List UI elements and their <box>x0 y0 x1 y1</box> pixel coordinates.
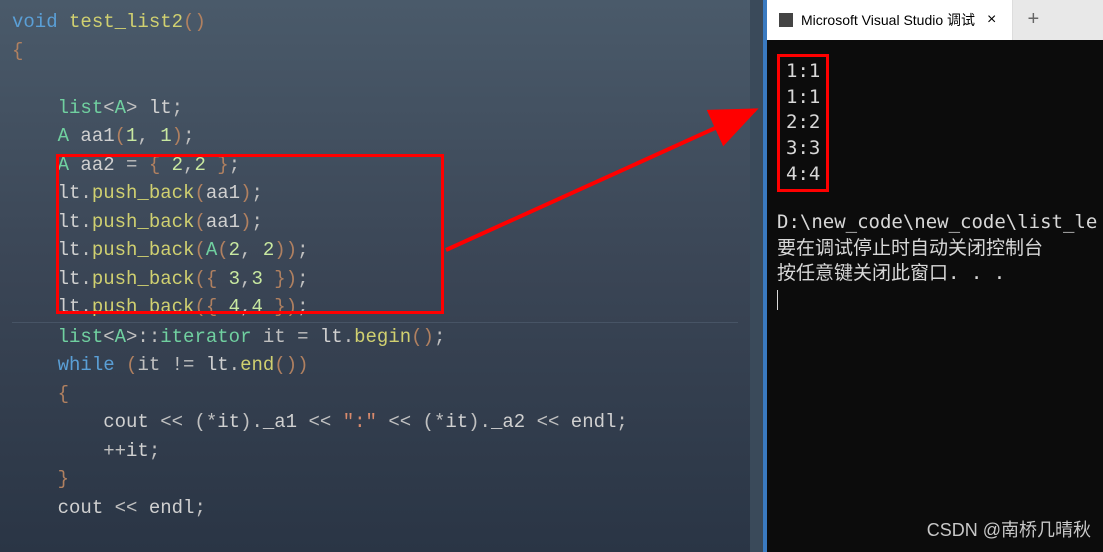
output-line: 3:3 <box>786 136 820 162</box>
tab-title: Microsoft Visual Studio 调试 <box>801 10 975 30</box>
code-line: lt.push_back(aa1); <box>12 208 738 237</box>
console-cursor <box>777 290 778 310</box>
code-line: } <box>12 465 738 494</box>
console-tab[interactable]: Microsoft Visual Studio 调试 × <box>767 0 1013 40</box>
new-tab-button[interactable]: + <box>1013 0 1053 40</box>
console-tab-bar: Microsoft Visual Studio 调试 × + <box>767 0 1103 40</box>
console-msg: 按任意键关闭此窗口. . . <box>777 261 1093 287</box>
code-line: A aa1(1, 1); <box>12 122 738 151</box>
code-line: list<A>::iterator it = lt.begin(); <box>12 323 738 352</box>
console-icon <box>779 13 793 27</box>
code-line: cout << endl; <box>12 494 738 523</box>
debug-console: Microsoft Visual Studio 调试 × + 1:1 1:1 2… <box>763 0 1103 552</box>
code-line: { <box>12 380 738 409</box>
code-editor[interactable]: void test_list2(){ list<A> lt; A aa1(1, … <box>0 0 750 552</box>
code-line: lt.push_back(aa1); <box>12 179 738 208</box>
code-line: lt.push_back({ 3,3 }); <box>12 265 738 294</box>
close-icon[interactable]: × <box>983 11 1000 29</box>
code-line: ++it; <box>12 437 738 466</box>
output-highlight-box: 1:1 1:1 2:2 3:3 4:4 <box>777 54 829 192</box>
console-path: D:\new_code\new_code\list_le <box>777 210 1093 236</box>
output-line: 2:2 <box>786 110 820 136</box>
code-line: lt.push_back({ 4,4 }); <box>12 293 738 322</box>
code-line: cout << (*it)._a1 << ":" << (*it)._a2 <<… <box>12 408 738 437</box>
code-line: while (it != lt.end()) <box>12 351 738 380</box>
code-line <box>12 65 738 94</box>
code-line: { <box>12 37 738 66</box>
code-line: lt.push_back(A(2, 2)); <box>12 236 738 265</box>
watermark: CSDN @南桥几晴秋 <box>927 516 1091 542</box>
output-line: 4:4 <box>786 162 820 188</box>
code-line: list<A> lt; <box>12 94 738 123</box>
output-line: 1:1 <box>786 59 820 85</box>
output-line: 1:1 <box>786 85 820 111</box>
console-msg: 要在调试停止时自动关闭控制台 <box>777 236 1093 262</box>
code-line: void test_list2() <box>12 8 738 37</box>
code-line: A aa2 = { 2,2 }; <box>12 151 738 180</box>
console-body: 1:1 1:1 2:2 3:3 4:4 D:\new_code\new_code… <box>767 40 1103 327</box>
